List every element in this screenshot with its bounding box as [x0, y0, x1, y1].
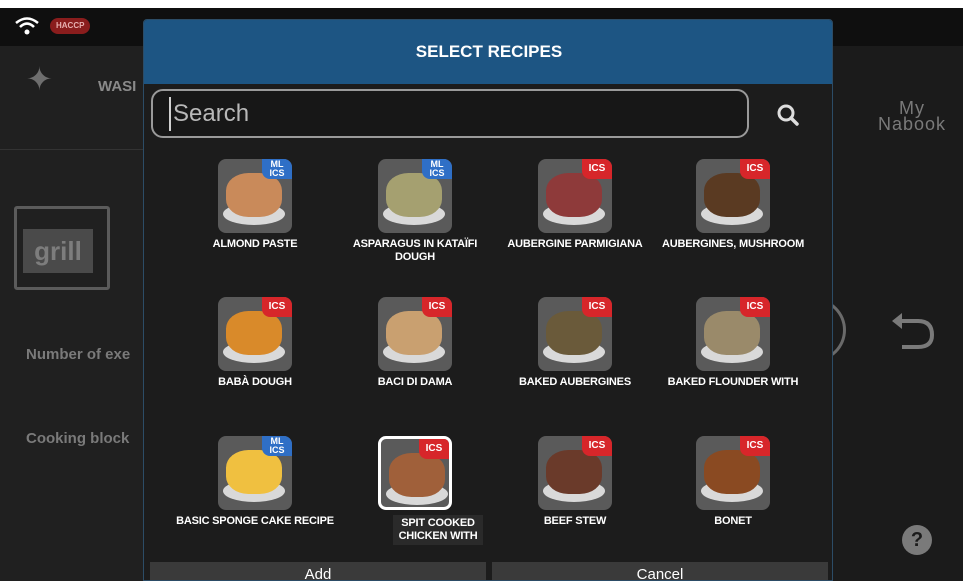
recipe-tile[interactable]: ML ICS BASIC SPONGE CAKE RECIPE	[175, 427, 335, 557]
ics-badge: ICS	[422, 297, 452, 317]
recipe-thumbnail: ICS	[538, 297, 612, 371]
food-shape	[226, 173, 282, 217]
food-shape	[704, 173, 760, 217]
grill-label: grill	[23, 229, 93, 273]
recipe-thumbnail: ML ICS	[378, 159, 452, 233]
recipe-thumbnail: ML ICS	[218, 159, 292, 233]
food-shape	[389, 453, 445, 497]
number-of-executions-label: Number of exe	[26, 346, 131, 363]
wash-label: WASI	[98, 78, 137, 95]
recipe-thumbnail: ICS	[538, 436, 612, 510]
ics-badge: ICS	[740, 436, 770, 456]
recipe-tile[interactable]: ICS AUBERGINES, MUSHROOM	[653, 150, 813, 280]
recipe-grid: ML ICS ALMOND PASTE ML ICS ASPARAGUS IN KATAÏ…	[144, 150, 832, 570]
dialog-header: SELECT RECIPES	[144, 20, 832, 84]
recipe-thumbnail: ICS	[696, 436, 770, 510]
recipe-tile[interactable]: ICS BACI DI DAMA	[335, 288, 495, 418]
select-recipes-dialog: SELECT RECIPES MLICS ALMOND PASTE MLICS ASP…	[143, 19, 833, 581]
search-input[interactable]	[169, 97, 729, 131]
recipe-thumbnail: ICS	[538, 159, 612, 233]
ics-badge: ML ICS	[262, 159, 292, 179]
dialog-footer: Add Cancel	[144, 562, 832, 580]
sparkle-icon: ✦	[26, 61, 53, 97]
ics-badge: ICS	[740, 159, 770, 179]
food-shape	[546, 311, 602, 355]
ics-badge: ICS	[262, 297, 292, 317]
ics-badge: ML ICS	[262, 436, 292, 456]
food-shape	[386, 311, 442, 355]
cancel-button[interactable]: Cancel	[492, 562, 828, 580]
ics-badge: ICS	[582, 297, 612, 317]
cooking-block-label: Cooking block	[26, 430, 130, 447]
recipe-tile[interactable]: ICS BEEF STEW	[495, 427, 655, 557]
haccp-badge: HACCP	[50, 18, 91, 34]
recipe-thumbnail: ICS	[696, 159, 770, 233]
food-shape	[386, 173, 442, 217]
wifi-icon	[15, 17, 39, 35]
recipe-tile[interactable]: ICS BONET	[653, 427, 813, 557]
recipe-tile[interactable]: ICS BAKED FLOUNDER WITH	[653, 288, 813, 418]
ics-badge: ICS	[582, 159, 612, 179]
food-shape	[704, 311, 760, 355]
recipe-name: AUBERGINE PARMIGIANA	[507, 238, 643, 250]
recipe-thumbnail: ICS	[218, 297, 292, 371]
recipe-name: ASPARAGUS IN KATAÏFI DOUGH	[352, 238, 478, 263]
search-box	[151, 89, 749, 138]
recipe-name: BEEF STEW	[543, 515, 607, 527]
recipe-tile[interactable]: ML ICS ALMOND PASTE	[175, 150, 335, 280]
recipe-name: BABÀ DOUGH	[218, 376, 292, 388]
dialog-title: SELECT RECIPES	[415, 42, 563, 61]
ics-badge: ML ICS	[422, 159, 452, 179]
recipe-name: BAKED AUBERGINES	[519, 376, 631, 388]
recipe-tile[interactable]: ICS BAKED AUBERGINES	[495, 288, 655, 418]
back-icon[interactable]	[888, 311, 936, 351]
side-menu: ✦ WASI grill Number of exe Cooking block	[0, 46, 145, 581]
food-shape	[546, 450, 602, 494]
recipe-name: BAKED FLOUNDER WITH	[667, 376, 799, 388]
mynabook-button[interactable]: My Nabook	[862, 99, 962, 133]
food-shape	[546, 173, 602, 217]
grill-mode-button[interactable]: grill	[14, 206, 110, 290]
recipe-tile[interactable]: ML ICS ASPARAGUS IN KATAÏFI DOUGH	[335, 150, 495, 280]
recipe-thumbnail: ICS	[378, 436, 452, 510]
recipe-name: BONET	[714, 515, 752, 527]
ics-badge: ICS	[419, 439, 449, 459]
recipe-thumbnail: ICS	[378, 297, 452, 371]
recipe-thumbnail: ICS	[696, 297, 770, 371]
recipe-tile[interactable]: ICS AUBERGINE PARMIGIANA	[495, 150, 655, 280]
add-button[interactable]: Add	[150, 562, 486, 580]
recipe-name: AUBERGINES, MUSHROOM	[661, 238, 805, 250]
food-shape	[704, 450, 760, 494]
recipe-thumbnail: ML ICS	[218, 436, 292, 510]
wash-menu-item[interactable]: ✦ WASI	[0, 46, 145, 150]
recipe-tile[interactable]: ICS SPIT COOKED CHICKEN WITH	[335, 427, 495, 557]
recipe-name: SPIT COOKED CHICKEN WITH	[393, 515, 483, 545]
recipe-name: BACI DI DAMA	[377, 376, 453, 388]
help-icon[interactable]: ?	[902, 525, 932, 555]
search-icon[interactable]	[773, 102, 803, 128]
recipe-tile[interactable]: ICS BABÀ DOUGH	[175, 288, 335, 418]
food-shape	[226, 311, 282, 355]
recipe-name: ALMOND PASTE	[212, 238, 298, 250]
recipe-name: BASIC SPONGE CAKE RECIPE	[176, 515, 334, 527]
ics-badge: ICS	[582, 436, 612, 456]
food-shape	[226, 450, 282, 494]
ics-badge: ICS	[740, 297, 770, 317]
